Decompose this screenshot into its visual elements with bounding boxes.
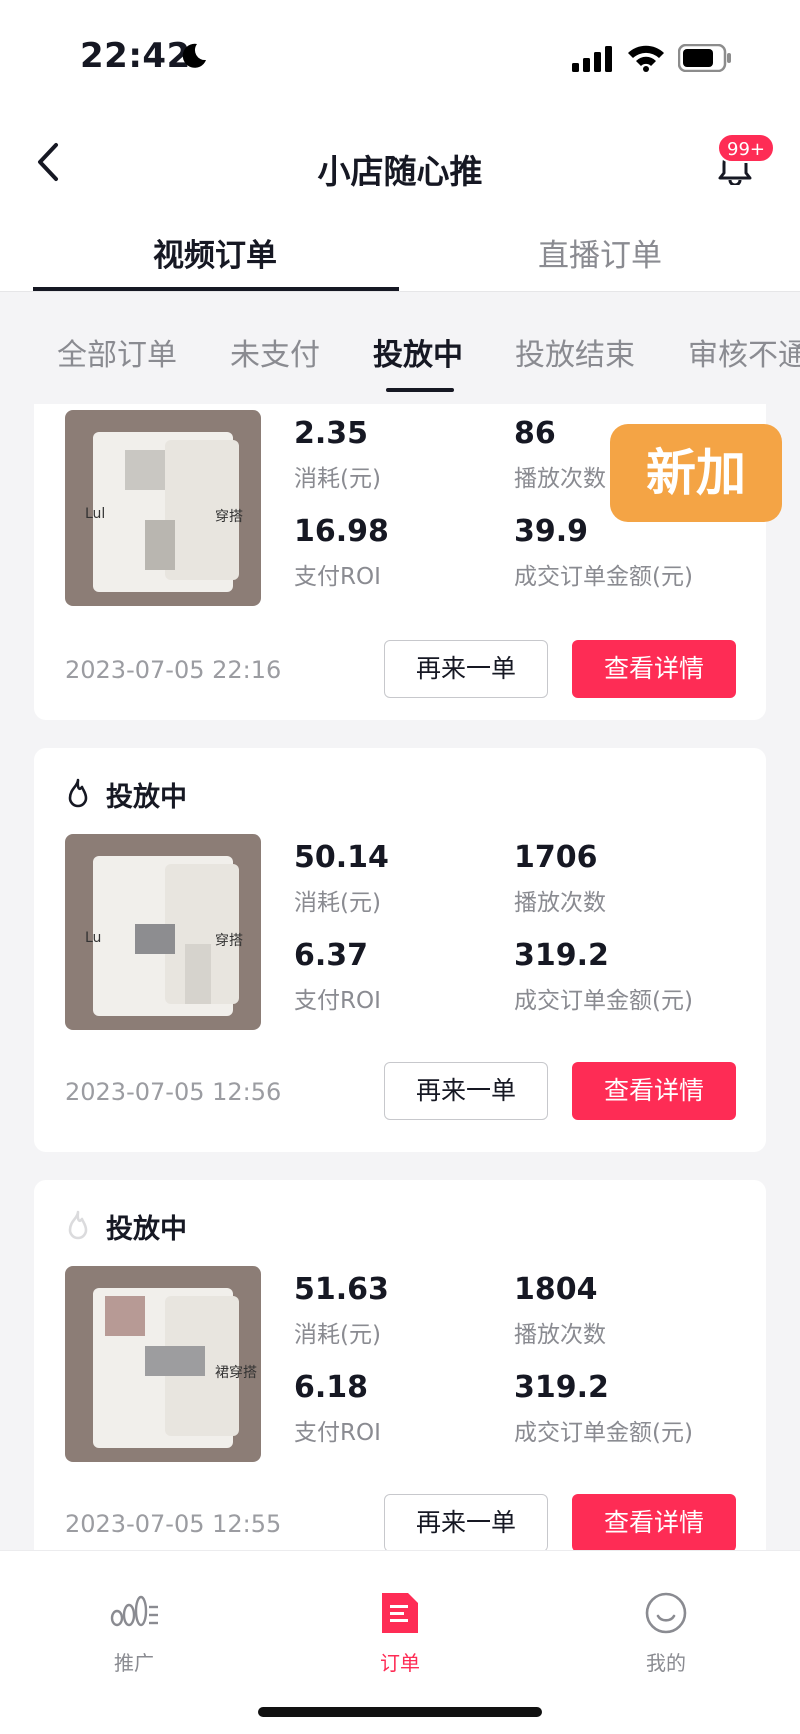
home-indicator (258, 1707, 542, 1717)
amount-value: 319.2 (514, 1370, 609, 1405)
product-thumbnail[interactable]: 裙穿搭 (65, 1266, 261, 1462)
cellular-signal-icon (572, 46, 612, 72)
reorder-button[interactable]: 再来一单 (384, 1062, 548, 1120)
plays-value: 86 (514, 416, 556, 451)
metric-plays: 86 播放次数 (514, 416, 606, 493)
metric-spend: 50.14 消耗(元) (294, 840, 389, 917)
plays-label: 播放次数 (514, 466, 606, 492)
smile-icon (645, 1592, 687, 1634)
bottom-nav-label: 我的 (646, 1651, 686, 1675)
metric-spend: 51.63 消耗(元) (294, 1272, 389, 1349)
bottom-nav-orders[interactable]: 订单 (320, 1591, 480, 1676)
thumb-text-right: 穿搭 (215, 509, 243, 525)
metric-plays: 1706 播放次数 (514, 840, 606, 917)
order-status-text: 投放中 (106, 781, 187, 813)
product-thumbnail[interactable]: Lu 穿搭 (65, 834, 261, 1030)
metric-spend: 2.35 消耗(元) (294, 416, 381, 493)
thumb-text-left: Lul (85, 506, 106, 522)
sub-tab-indicator (386, 388, 454, 392)
wifi-icon (628, 45, 664, 72)
roi-label: 支付ROI (294, 564, 381, 590)
view-details-button[interactable]: 查看详情 (572, 640, 736, 698)
main-tabs: 视频订单 直播订单 (0, 210, 800, 292)
bottom-nav-label: 订单 (380, 1651, 420, 1675)
order-date: 2023-07-05 12:55 (65, 1510, 282, 1538)
order-card: 投放中 裙穿搭 51.63 消耗(元) 1804 播放次数 6.18 支付ROI… (34, 1180, 766, 1550)
status-time: 22:42 (80, 36, 191, 76)
sub-tab-running[interactable]: 投放中 (373, 330, 463, 374)
spend-label: 消耗(元) (294, 890, 381, 916)
thumb-text-right: 裙穿搭 (215, 1365, 257, 1381)
order-date: 2023-07-05 12:56 (65, 1078, 282, 1106)
reorder-button[interactable]: 再来一单 (384, 1494, 548, 1550)
order-list[interactable]: Lul 穿搭 2.35 消耗(元) 86 播放次数 16.98 支付ROI 39… (0, 404, 800, 1550)
amount-label: 成交订单金额(元) (514, 988, 693, 1014)
flame-icon (68, 778, 88, 808)
plays-label: 播放次数 (514, 1322, 606, 1348)
sub-tab-unpaid[interactable]: 未支付 (230, 330, 320, 374)
sub-tab-ended[interactable]: 投放结束 (515, 330, 635, 374)
flame-icon (68, 1210, 88, 1240)
roi-value: 6.18 (294, 1370, 369, 1405)
sub-tab-all[interactable]: 全部订单 (57, 330, 177, 374)
spend-label: 消耗(元) (294, 466, 381, 492)
sub-tab-rejected[interactable]: 审核不通 (688, 330, 800, 374)
metric-amount: 319.2 成交订单金额(元) (514, 1370, 693, 1447)
main-tab-indicator (33, 287, 399, 291)
roi-value: 6.37 (294, 938, 369, 973)
order-status-text: 投放中 (106, 1213, 187, 1245)
moon-icon (182, 43, 206, 68)
sub-tabs: 全部订单 未支付 投放中 投放结束 审核不通 (0, 292, 800, 404)
roi-label: 支付ROI (294, 988, 381, 1014)
plays-label: 播放次数 (514, 890, 606, 916)
spend-value: 51.63 (294, 1272, 389, 1307)
spend-value: 2.35 (294, 416, 369, 451)
view-details-button[interactable]: 查看详情 (572, 1062, 736, 1120)
amount-label: 成交订单金额(元) (514, 1420, 693, 1446)
metric-roi: 16.98 支付ROI (294, 514, 389, 591)
order-card: 投放中 Lu 穿搭 50.14 消耗(元) 1706 播放次数 6.37 支付R… (34, 748, 766, 1152)
thumb-text-right: 穿搭 (215, 933, 243, 949)
metric-roi: 6.18 支付ROI (294, 1370, 381, 1447)
metric-amount: 39.9 成交订单金额(元) (514, 514, 693, 591)
metric-plays: 1804 播放次数 (514, 1272, 606, 1349)
tab-video-orders[interactable]: 视频订单 (0, 230, 430, 275)
roi-label: 支付ROI (294, 1420, 381, 1446)
plays-value: 1706 (514, 840, 598, 875)
bottom-nav-profile[interactable]: 我的 (586, 1591, 746, 1676)
tab-live-orders[interactable]: 直播订单 (400, 230, 800, 275)
spend-label: 消耗(元) (294, 1322, 381, 1348)
promotion-icon (110, 1595, 158, 1627)
amount-value: 319.2 (514, 938, 609, 973)
status-bar: 22:42 (0, 0, 800, 115)
bottom-nav-promotion[interactable]: 推广 (54, 1591, 214, 1676)
view-details-button[interactable]: 查看详情 (572, 1494, 736, 1550)
order-status: 投放中 (64, 1206, 187, 1246)
page-title: 小店随心推 (317, 152, 483, 191)
order-status: 投放中 (64, 774, 187, 814)
order-date: 2023-07-05 22:16 (65, 656, 282, 684)
thumb-text-left: Lu (85, 930, 102, 946)
plays-value: 1804 (514, 1272, 598, 1307)
roi-value: 16.98 (294, 514, 389, 549)
order-icon (382, 1593, 418, 1633)
metric-amount: 319.2 成交订单金额(元) (514, 938, 693, 1015)
product-thumbnail[interactable]: Lul 穿搭 (65, 410, 261, 606)
bottom-nav-label: 推广 (114, 1651, 154, 1675)
reorder-button[interactable]: 再来一单 (384, 640, 548, 698)
notification-badge: 99+ (717, 133, 775, 163)
battery-icon (678, 44, 731, 72)
new-tag-overlay: 新加 (610, 424, 782, 522)
spend-value: 50.14 (294, 840, 389, 875)
nav-bar: 小店随心推 99+ (0, 115, 800, 210)
metric-roi: 6.37 支付ROI (294, 938, 381, 1015)
amount-label: 成交订单金额(元) (514, 564, 693, 590)
